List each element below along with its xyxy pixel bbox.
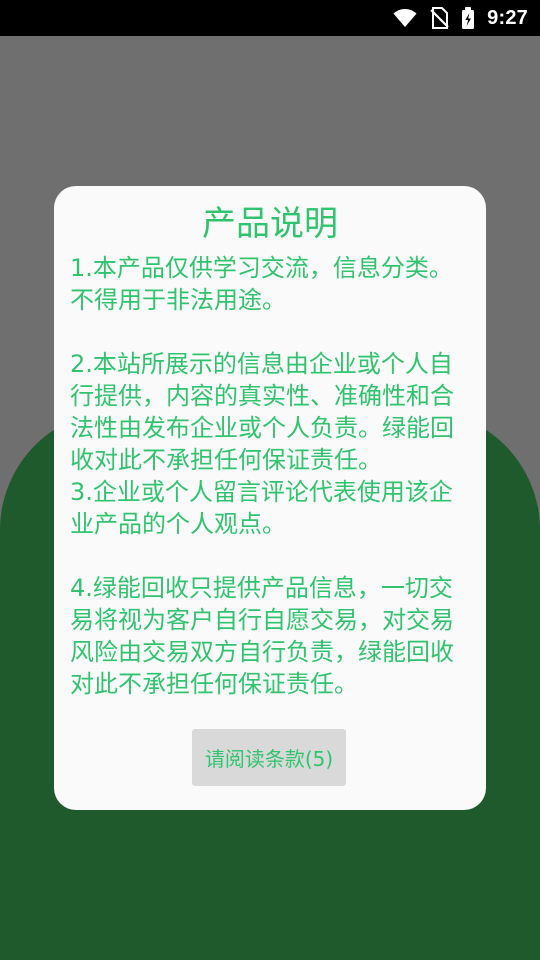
- status-icons: 9:27: [393, 0, 528, 36]
- battery-charging-icon: [461, 6, 475, 30]
- product-notice-dialog: 产品说明 1.本产品仅供学习交流，信息分类。不得用于非法用途。 2.本站所展示的…: [54, 186, 486, 810]
- status-time: 9:27: [487, 7, 528, 29]
- read-terms-button[interactable]: 请阅读条款(5): [192, 729, 346, 786]
- dialog-title: 产品说明: [202, 204, 338, 244]
- status-bar: 9:27: [0, 0, 540, 36]
- dialog-body: 1.本产品仅供学习交流，信息分类。不得用于非法用途。 2.本站所展示的信息由企业…: [70, 254, 454, 698]
- wifi-icon: [393, 8, 417, 28]
- no-sim-icon: [429, 6, 449, 30]
